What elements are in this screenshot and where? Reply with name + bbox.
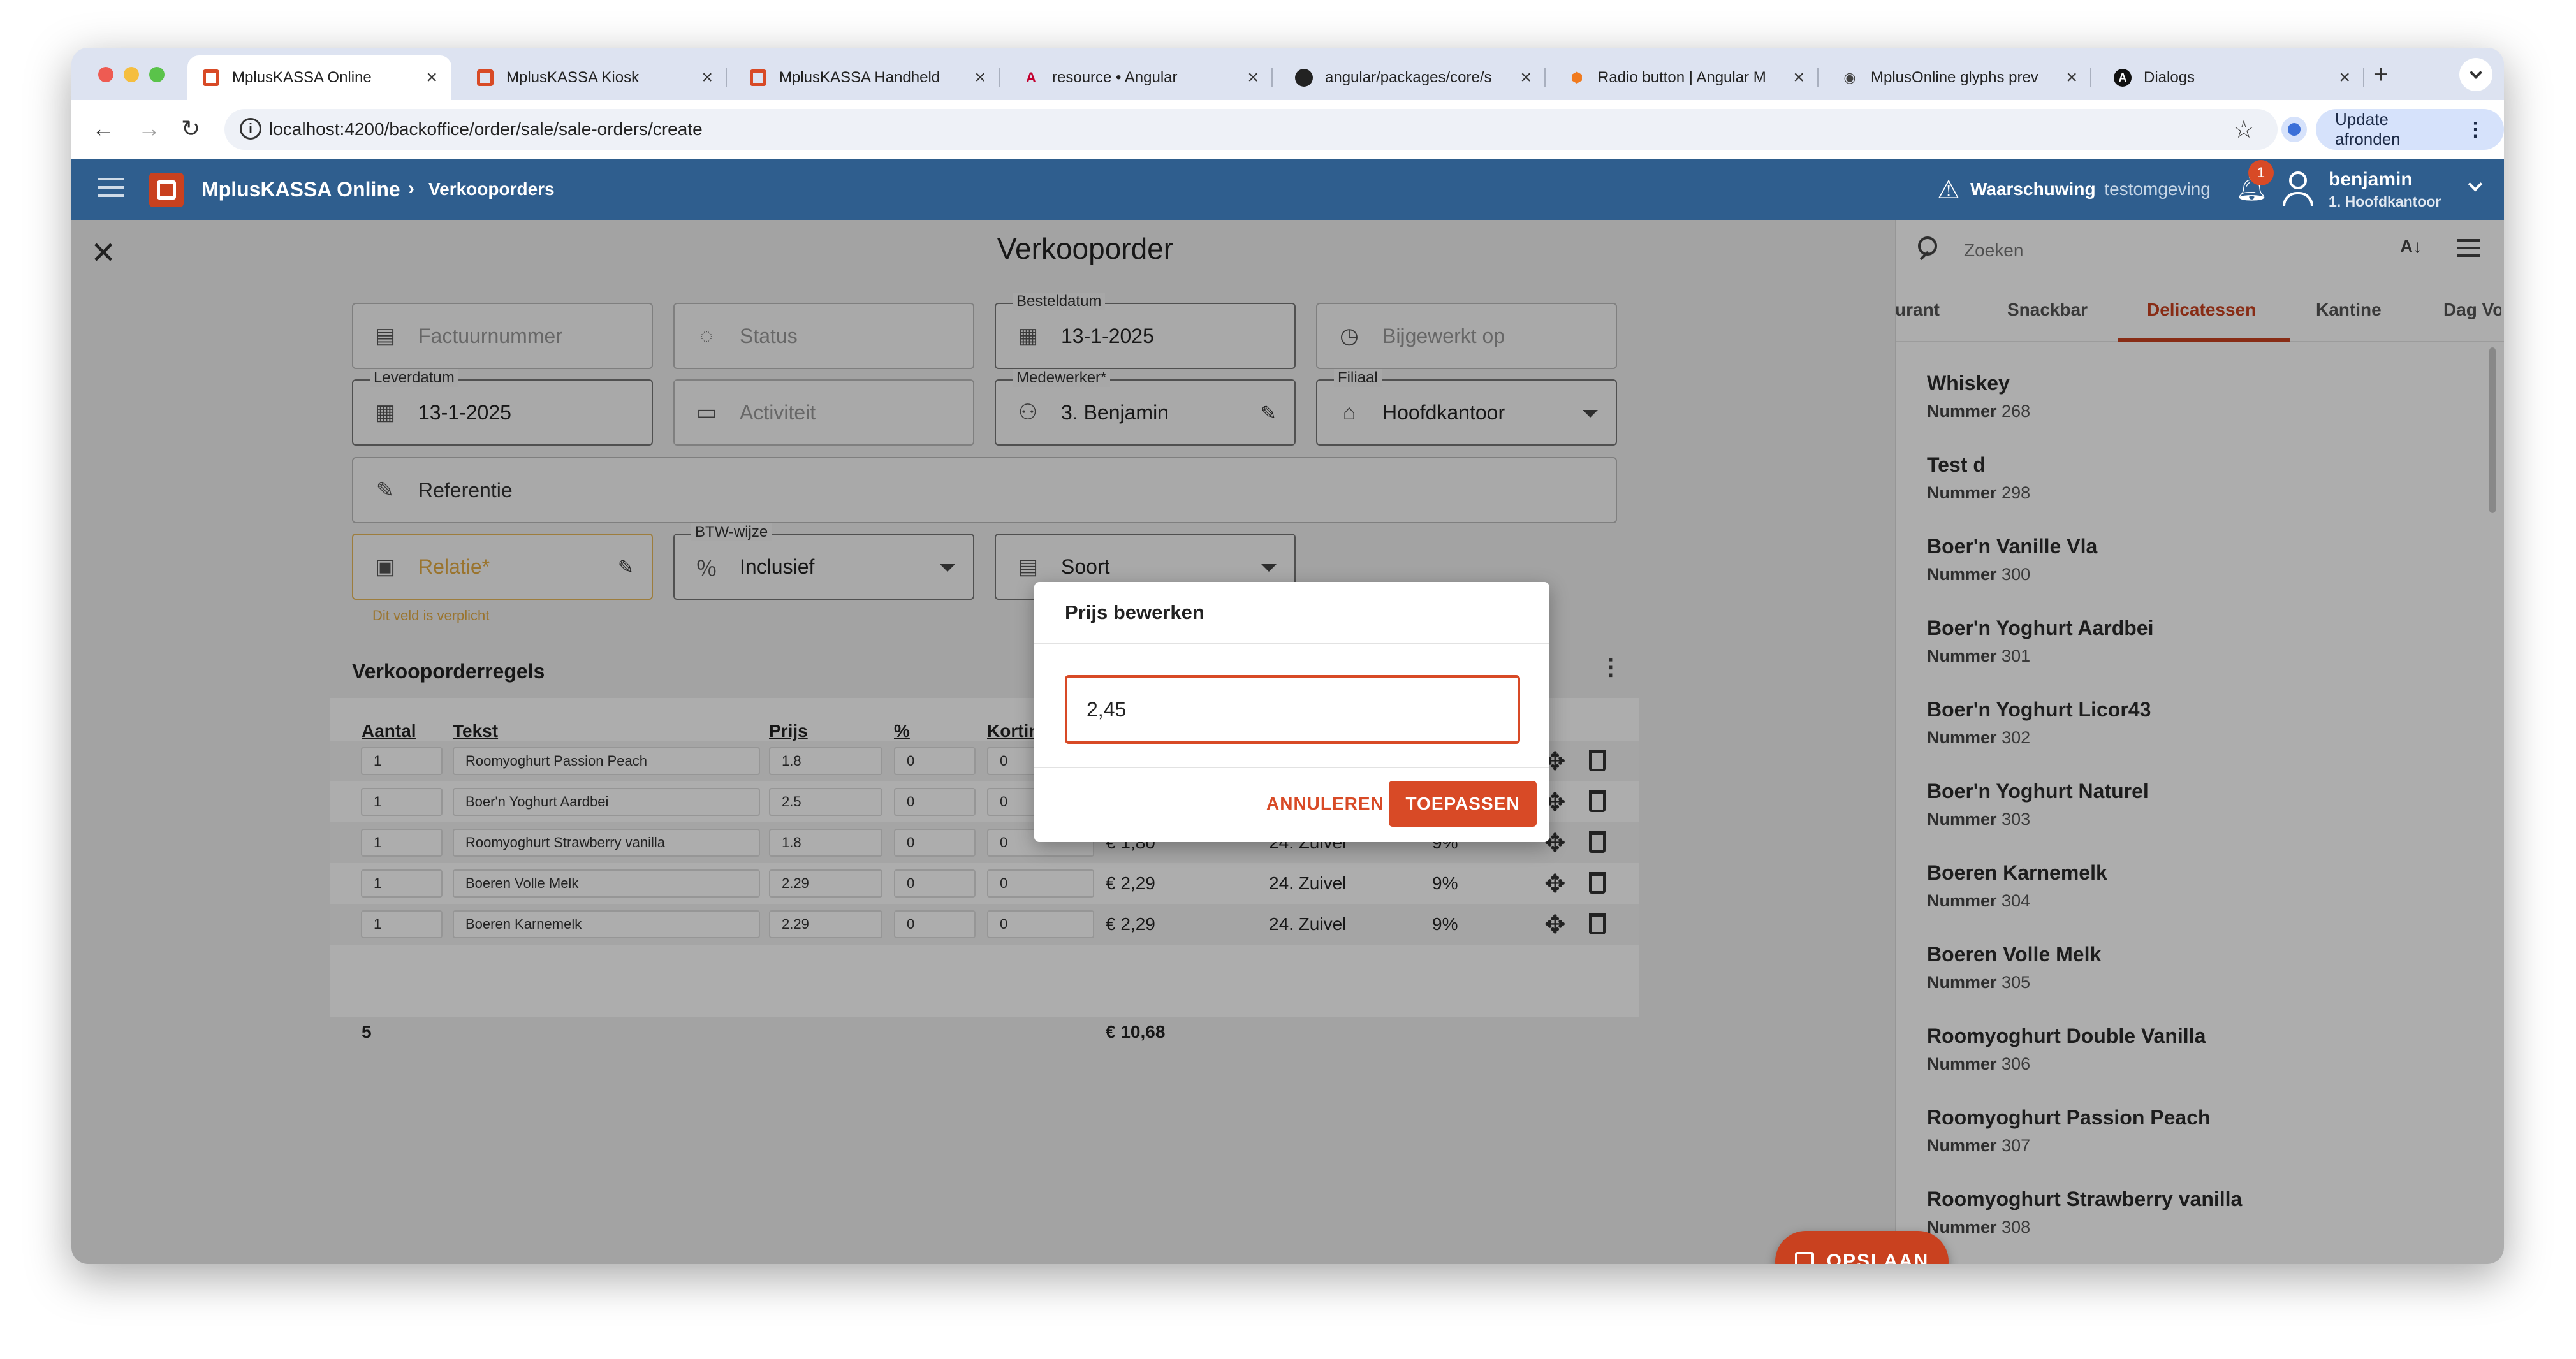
update-label: Update afronden (2335, 110, 2401, 149)
globe-icon: ◉ (1843, 69, 1856, 85)
tab-title: MplusKASSA Kiosk (506, 69, 640, 86)
url-bar[interactable]: i localhost:4200/backoffice/order/sale/s… (224, 109, 2278, 150)
app-title[interactable]: MplusKASSA Online (201, 178, 400, 201)
tab-search-button[interactable] (2459, 58, 2492, 91)
maximize-window-dot[interactable] (149, 67, 165, 82)
mpluskassa-logo-icon (149, 173, 184, 207)
close-tab-icon[interactable]: × (426, 67, 437, 89)
apply-button[interactable]: TOEPASSEN (1389, 781, 1537, 827)
close-window-dot[interactable] (98, 67, 113, 82)
user-branch: 1. Hoofdkantoor (2329, 193, 2441, 210)
close-tab-icon[interactable]: × (1520, 67, 1532, 89)
url-text: localhost:4200/backoffice/order/sale/sal… (269, 119, 703, 139)
new-tab-icon[interactable]: + (2373, 61, 2388, 89)
mpluskassa-logo-icon (201, 68, 221, 87)
reload-icon[interactable]: ↻ (181, 115, 200, 142)
close-tab-icon[interactable]: × (1247, 67, 1259, 89)
save-label: OPSLAAN (1826, 1251, 1929, 1264)
minimize-window-dot[interactable] (124, 67, 139, 82)
tab-title: Radio button | Angular M (1598, 69, 1766, 86)
browser-tab-github[interactable]: angular/packages/core/s × (1280, 55, 1546, 100)
floppy-disk-icon (1794, 1252, 1814, 1264)
user-menu-chevron-icon[interactable] (2468, 177, 2483, 192)
browser-tab-dialogs[interactable]: A Dialogs × (2099, 55, 2364, 100)
forward-arrow-icon[interactable]: → (138, 115, 161, 142)
user-name[interactable]: benjamin (2329, 169, 2413, 191)
warning-triangle-icon: ⚠ (1937, 176, 1960, 204)
github-logo-icon (1294, 68, 1314, 87)
angular-logo-icon: A (1026, 69, 1036, 85)
tab-title: MplusOnline glyphs prev (1871, 69, 2038, 86)
tab-title: angular/packages/core/s (1325, 69, 1492, 86)
tab-title: MplusKASSA Online (232, 69, 372, 86)
close-tab-icon[interactable]: × (701, 67, 713, 89)
browser-tab-handheld[interactable]: MplusKASSA Handheld × (735, 55, 1000, 100)
browser-tab-mpluskassa-online[interactable]: MplusKASSA Online × (187, 55, 451, 100)
angular-logo-icon: A (2113, 68, 2132, 87)
breadcrumb-chevron-icon: › (408, 178, 414, 199)
save-button[interactable]: OPSLAAN (1775, 1231, 1949, 1264)
breadcrumb[interactable]: Verkooporders (428, 179, 555, 200)
mpluskassa-logo-icon (749, 68, 768, 87)
edit-price-dialog: Prijs bewerken ANNULEREN TOEPASSEN (1034, 582, 1549, 842)
browser-tab-glyphs[interactable]: ◉ MplusOnline glyphs prev × (1826, 55, 2091, 100)
close-tab-icon[interactable]: × (974, 67, 986, 89)
browser-tab-kiosk[interactable]: MplusKASSA Kiosk × (462, 55, 727, 100)
browser-tab-strip: MplusKASSA Online × MplusKASSA Kiosk × M… (71, 48, 2504, 100)
close-tab-icon[interactable]: × (2066, 67, 2077, 89)
warning-title: Waarschuwing (1970, 179, 2096, 199)
browser-tab-angular-resource[interactable]: A resource • Angular × (1007, 55, 1273, 100)
cancel-button[interactable]: ANNULEREN (1255, 781, 1396, 827)
tab-title: MplusKASSA Handheld (779, 69, 940, 86)
mpluskassa-logo-icon (476, 68, 495, 87)
browser-window: MplusKASSA Online × MplusKASSA Kiosk × M… (71, 48, 2504, 1264)
close-tab-icon[interactable]: × (1793, 67, 1804, 89)
user-icon[interactable] (2281, 168, 2315, 211)
tab-title: resource • Angular (1052, 69, 1178, 86)
shield-logo-icon: ⬢ (1570, 69, 1583, 85)
bookmark-star-icon[interactable]: ☆ (2233, 115, 2255, 144)
update-button[interactable]: Update afronden ⋮ (2316, 109, 2504, 150)
more-vertical-icon: ⋮ (2466, 119, 2485, 140)
price-input[interactable] (1065, 675, 1520, 744)
environment-warning: Waarschuwing testomgeving (1970, 179, 2211, 200)
profile-avatar-icon[interactable] (2281, 117, 2307, 142)
close-tab-icon[interactable]: × (2339, 67, 2350, 89)
browser-toolbar: ← → ↻ i localhost:4200/backoffice/order/… (71, 100, 2504, 159)
hamburger-menu-icon[interactable] (98, 178, 124, 197)
site-info-icon[interactable]: i (240, 118, 261, 140)
tab-title: Dialogs (2144, 69, 2195, 86)
app-header: MplusKASSA Online › Verkooporders ⚠ Waar… (71, 159, 2504, 220)
warning-subtitle: testomgeving (2104, 179, 2211, 199)
chevron-down-icon (2470, 66, 2482, 79)
dialog-title: Prijs bewerken (1065, 601, 1204, 623)
notification-badge: 1 (2248, 160, 2274, 185)
browser-tab-radio-button[interactable]: ⬢ Radio button | Angular M × (1553, 55, 1819, 100)
back-arrow-icon[interactable]: ← (92, 115, 115, 142)
